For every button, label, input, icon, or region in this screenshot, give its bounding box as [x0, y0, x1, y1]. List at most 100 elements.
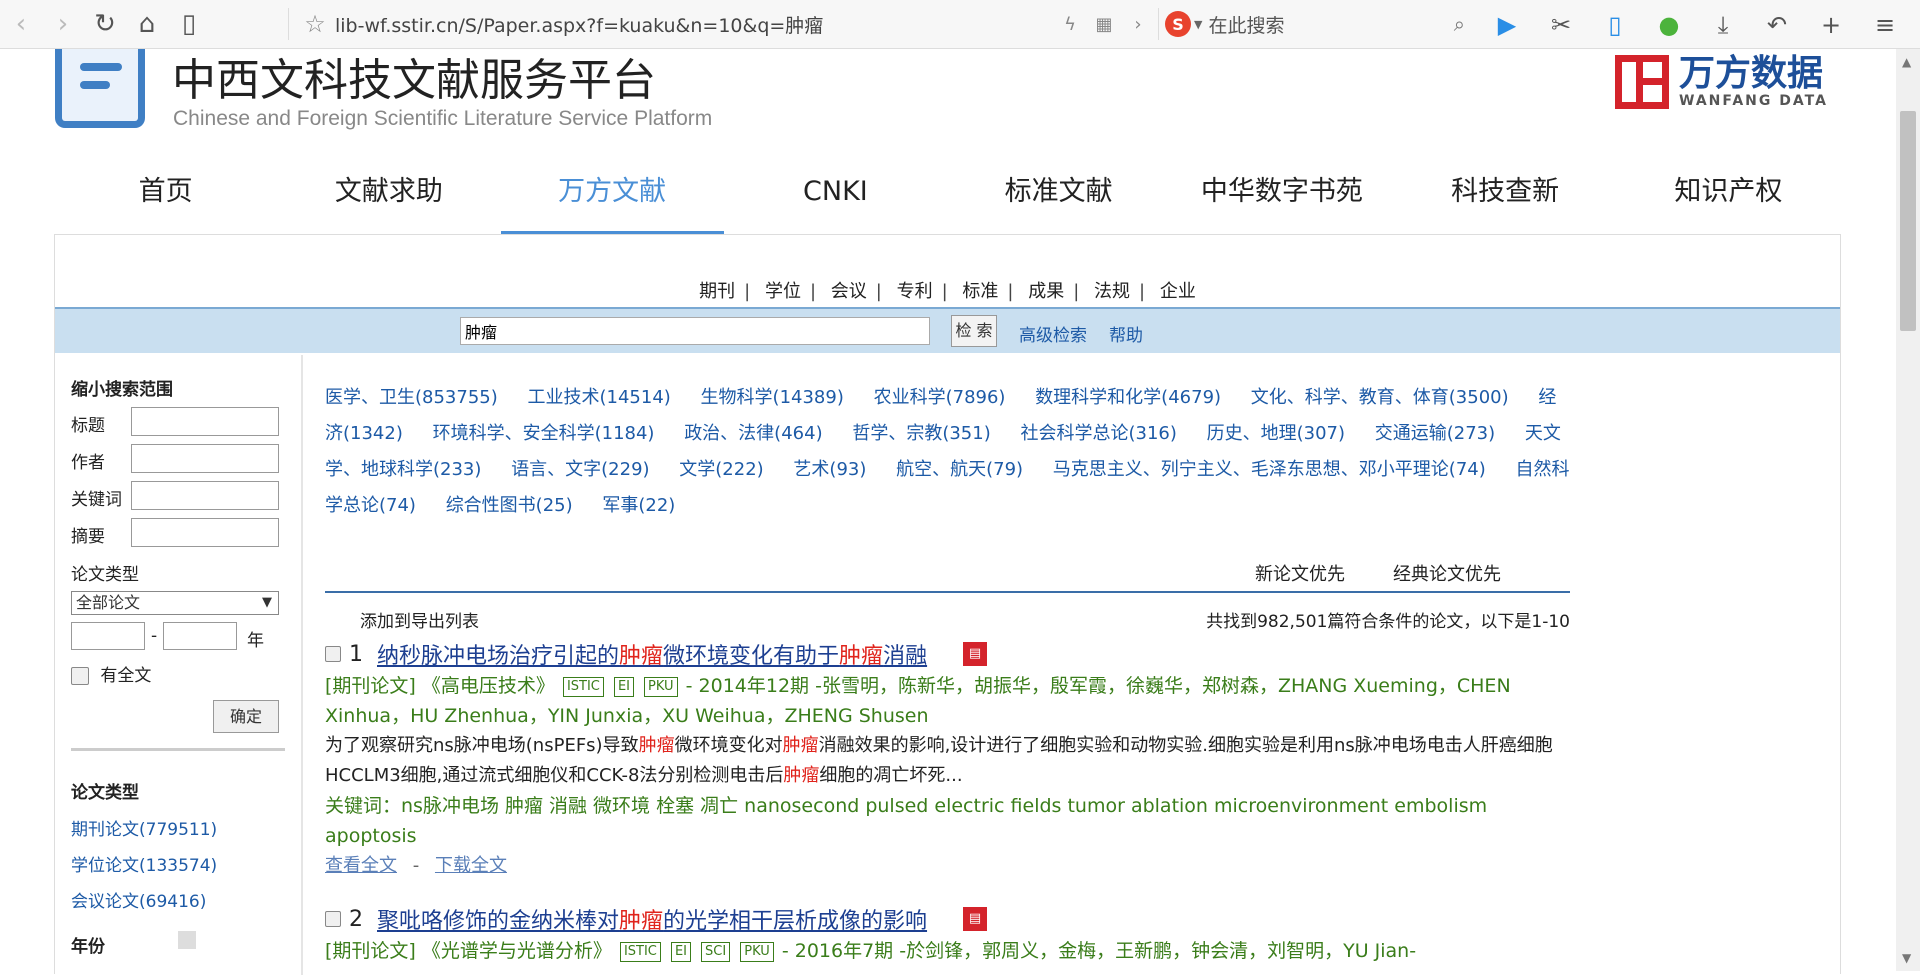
add-to-export-link[interactable]: 添加到导出列表 — [360, 607, 479, 632]
category-link[interactable]: 马克思主义、列宁主义、毛泽东思想、邓小平理论(74) — [1053, 459, 1486, 480]
result-issue[interactable]: - 2014年12期 — [686, 675, 809, 697]
nav-wanfang[interactable]: 万方文献 — [500, 170, 724, 234]
fulltext-checkbox[interactable] — [71, 667, 89, 685]
type-link-journal[interactable]: 期刊论文(779511) — [71, 815, 217, 840]
page-scrollbar[interactable]: ▲ ▼ — [1896, 49, 1920, 971]
phone-icon[interactable]: ▯ — [1588, 11, 1642, 39]
menu-icon[interactable]: ≡ — [1858, 11, 1912, 39]
address-bar[interactable]: ☆ lib-wf.sstir.cn/S/Paper.aspx?f=kuaku&n… — [295, 5, 1155, 43]
search-input[interactable] — [460, 317, 930, 345]
category-link[interactable]: 哲学、宗教(351) — [852, 423, 990, 444]
refresh-icon[interactable]: ↻ — [84, 0, 126, 49]
result-checkbox[interactable] — [325, 911, 341, 927]
category-link[interactable]: 环境科学、安全科学(1184) — [433, 423, 655, 444]
subnav-law[interactable]: 法规 — [1094, 281, 1130, 302]
advanced-search-link[interactable]: 高级检索 — [1019, 321, 1087, 346]
view-fulltext-link[interactable]: 查看全文 — [325, 855, 397, 876]
home-icon[interactable]: ⌂ — [126, 0, 168, 49]
category-link[interactable]: 历史、地理(307) — [1207, 423, 1345, 444]
back-icon[interactable]: ‹ — [0, 0, 42, 49]
pdf-icon[interactable]: ▤ — [963, 907, 988, 931]
result-type[interactable]: [期刊论文] — [325, 675, 416, 697]
nav-digital-books[interactable]: 中华数字书苑 — [1170, 170, 1393, 234]
category-link[interactable]: 农业科学(7896) — [874, 387, 1006, 408]
chevron-down-icon[interactable]: ▼ — [1194, 18, 1202, 31]
type-link-conference[interactable]: 会议论文(69416) — [71, 887, 206, 912]
pdf-icon[interactable]: ▤ — [963, 642, 988, 666]
search-icon[interactable]: ⌕ — [1454, 12, 1465, 36]
result-title-link[interactable]: 聚吡咯修饰的金纳米棒对肿瘤的光学相干层析成像的影响 — [377, 903, 927, 935]
nav-cnki[interactable]: CNKI — [724, 170, 947, 234]
download-fulltext-link[interactable]: 下载全文 — [435, 855, 507, 876]
subnav-patent[interactable]: 专利 — [897, 281, 933, 302]
nav-novelty-search[interactable]: 科技查新 — [1394, 170, 1617, 234]
search-button[interactable]: 检 索 — [951, 315, 997, 347]
scroll-down-icon[interactable]: ▼ — [1902, 951, 1911, 965]
chevron-right-icon[interactable]: › — [1121, 14, 1155, 35]
result-checkbox[interactable] — [325, 646, 341, 662]
scissors-icon[interactable]: ✂ — [1534, 11, 1588, 39]
expand-icon[interactable] — [178, 931, 196, 949]
subnav-enterprise[interactable]: 企业 — [1160, 281, 1196, 302]
sogou-logo-icon[interactable]: S — [1165, 11, 1191, 37]
help-link[interactable]: 帮助 — [1109, 321, 1143, 346]
abstract-field[interactable] — [131, 518, 279, 547]
subnav-standard[interactable]: 标准 — [962, 281, 998, 302]
paper-type-select[interactable]: 全部论文 ▼ — [71, 591, 279, 615]
keyword-field[interactable] — [131, 481, 279, 510]
category-link[interactable]: 数理科学和化学(4679) — [1035, 387, 1221, 408]
bookmark-star-icon[interactable]: ☆ — [295, 10, 335, 38]
subnav-conference[interactable]: 会议 — [831, 281, 867, 302]
subnav-journal[interactable]: 期刊 — [699, 281, 735, 302]
category-link[interactable]: 航空、航天(79) — [896, 459, 1023, 480]
result-type[interactable]: [期刊论文] — [325, 940, 416, 962]
author-field[interactable] — [131, 444, 279, 473]
sort-classic-first[interactable]: 经典论文优先 — [1393, 560, 1501, 586]
nav-ip[interactable]: 知识产权 — [1617, 170, 1840, 234]
lightning-icon[interactable]: ϟ — [1053, 14, 1087, 35]
undo-icon[interactable]: ↶ — [1750, 11, 1804, 39]
video-icon[interactable]: ▶ — [1480, 11, 1534, 39]
category-link[interactable]: 语言、文字(229) — [511, 459, 649, 480]
type-link-degree[interactable]: 学位论文(133574) — [71, 851, 217, 876]
category-link[interactable]: 综合性图书(25) — [446, 495, 573, 516]
scroll-thumb[interactable] — [1900, 111, 1916, 331]
category-link[interactable]: 文化、科学、教育、体育(3500) — [1251, 387, 1509, 408]
category-link[interactable]: 文学(222) — [679, 459, 763, 480]
result-issue[interactable]: - 2016年7期 — [782, 940, 893, 962]
category-link[interactable]: 社会科学总论(316) — [1020, 423, 1176, 444]
confirm-button[interactable]: 确定 — [213, 700, 279, 733]
result-journal[interactable]: 《光谱学与光谱分析》 — [422, 940, 612, 962]
qr-code-icon[interactable]: ▦ — [1087, 14, 1121, 35]
wechat-icon[interactable]: ● — [1642, 11, 1696, 39]
browser-search-input[interactable]: 在此搜索 — [1208, 11, 1453, 38]
category-link[interactable]: 军事(22) — [602, 495, 675, 516]
sort-new-first[interactable]: 新论文优先 — [1255, 560, 1345, 586]
subnav-degree[interactable]: 学位 — [765, 281, 801, 302]
title-field[interactable] — [131, 407, 279, 436]
category-link[interactable]: 工业技术(14514) — [528, 387, 671, 408]
result-keywords[interactable]: 关键词：ns脉冲电场 肿瘤 消融 微环境 栓塞 凋亡 nanosecond pu… — [325, 791, 1570, 851]
category-link[interactable]: 医学、卫生(853755) — [325, 387, 498, 408]
result-journal[interactable]: 《高电压技术》 — [422, 675, 555, 697]
result-authors[interactable]: -於剑锋，郭周义，金梅，王新鹏，钟会清，刘智明，YU Jian- — [899, 940, 1416, 962]
reader-icon[interactable]: ▯ — [168, 0, 210, 49]
wanfang-logo[interactable]: 万方数据 WANFANG DATA — [1615, 55, 1828, 109]
download-icon[interactable]: ⤓ — [1696, 11, 1750, 39]
category-link[interactable]: 艺术(93) — [793, 459, 866, 480]
result-title-link[interactable]: 纳秒脉冲电场治疗引起的肿瘤微环境变化有助于肿瘤消融 — [377, 638, 927, 670]
url-text[interactable]: lib-wf.sstir.cn/S/Paper.aspx?f=kuaku&n=1… — [335, 11, 1053, 38]
year-from-input[interactable] — [71, 622, 145, 650]
category-link[interactable]: 生物科学(14389) — [701, 387, 844, 408]
nav-home[interactable]: 首页 — [54, 170, 277, 234]
forward-icon[interactable]: › — [42, 0, 84, 49]
nav-doc-help[interactable]: 文献求助 — [277, 170, 500, 234]
category-link[interactable]: 政治、法律(464) — [684, 423, 822, 444]
nav-standards[interactable]: 标准文献 — [947, 170, 1170, 234]
category-link[interactable]: 交通运输(273) — [1375, 423, 1495, 444]
year-to-input[interactable] — [163, 622, 237, 650]
browser-search-box[interactable]: S ▼ 在此搜索 ⌕ — [1165, 5, 1465, 43]
subnav-achievement[interactable]: 成果 — [1028, 281, 1064, 302]
new-tab-icon[interactable]: + — [1804, 11, 1858, 39]
scroll-up-icon[interactable]: ▲ — [1902, 55, 1911, 69]
